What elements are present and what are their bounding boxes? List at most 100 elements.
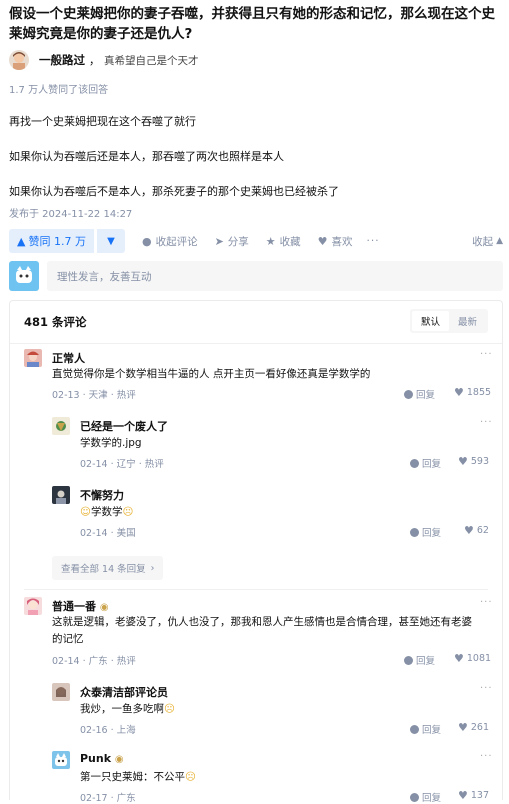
answer-author: 一般路过 ， 真希望自己是个天才 (9, 49, 199, 71)
reply-button[interactable]: 回复 (410, 790, 441, 804)
comment-like-button[interactable]: ♥ 1855 (454, 386, 491, 399)
comment-text: 第一只史莱姆：不公平☹ (80, 769, 460, 786)
commenter-name[interactable]: 普通一番 ◉ (52, 598, 109, 614)
reply: Punk ◉ ··· 第一只史莱姆：不公平☹ 02-17 · 广东 回复 ♥ 13… (52, 751, 492, 804)
commenter-avatar[interactable] (24, 349, 42, 367)
author-avatar[interactable] (9, 50, 29, 70)
collect-comments-button[interactable]: ● 收起评论 (142, 234, 198, 249)
emoji-icon: ☺ (80, 506, 91, 518)
comment: 正常人 ··· 直觉觉得你是个数学相当牛逼的人 点开主页一看好像还真是学数学的 … (24, 349, 492, 401)
comment-date: 02-17 (80, 793, 108, 804)
published-time: 发布于 2024-11-22 14:27 (9, 209, 133, 220)
heart-icon: ♥ (454, 652, 464, 665)
hot-comment-tag: 热评 (116, 390, 136, 401)
collapse-button[interactable]: 收起 ▲ (472, 234, 503, 249)
like-count: 137 (470, 790, 490, 801)
heart-icon: ♥ (317, 234, 328, 248)
comment-like-button[interactable]: ♥ 261 (458, 721, 489, 734)
heart-icon: ♥ (458, 721, 468, 734)
upvote-button[interactable]: ▲ 赞同 1.7 万 (9, 229, 94, 253)
share-label: 分享 (227, 235, 249, 248)
comment-meta: 02-14 · 辽宁 · 热评 (80, 459, 164, 470)
commenter-avatar[interactable] (52, 417, 70, 435)
author-name[interactable]: 一般路过 (39, 52, 85, 68)
comments-panel: 481 条评论 默认 最新 正常人 ··· 直觉觉得你是个数学相当牛逼的人 点开… (9, 300, 503, 804)
commenter-avatar[interactable] (24, 597, 42, 615)
comment-input-placeholder: 理性发言，友善互动 (57, 270, 152, 283)
comment-text: 这就是逻辑，老婆没了，仇人也没了，那我和恩人产生感情也是合情合理，甚至她还有老婆… (52, 616, 472, 645)
comment-count: 481 条评论 (24, 315, 87, 329)
comment-text-body: 我炒，一鱼多吃啊 (80, 703, 164, 715)
favorite-label: 收藏 (279, 235, 301, 248)
downvote-button[interactable]: ▼ (96, 229, 125, 253)
sort-default-tab[interactable]: 默认 (411, 311, 449, 331)
like-count: 593 (470, 456, 490, 467)
answer-paragraph: 再找一个史莱姆把现在这个吞噬了就行 (9, 115, 196, 128)
share-button[interactable]: ➤ 分享 (215, 234, 249, 249)
reply-label: 回复 (422, 725, 442, 736)
commenter-name[interactable]: 正常人 (52, 350, 85, 366)
reply-label: 回复 (422, 528, 442, 539)
downvote-arrow-icon: ▼ (107, 235, 115, 247)
reply: 已经是一个废人了 ··· 学数学的.jpg 02-14 · 辽宁 · 热评 回复… (52, 417, 492, 470)
reply-button[interactable]: 回复 (410, 525, 441, 539)
commenter-avatar[interactable] (52, 683, 70, 701)
comment-more-button[interactable]: ··· (480, 751, 493, 762)
divider (24, 589, 488, 590)
reply-icon (404, 389, 413, 399)
sort-latest-tab[interactable]: 最新 (449, 311, 486, 331)
comment-date: 02-13 (52, 390, 80, 401)
comment-more-button[interactable]: ··· (480, 417, 493, 428)
answer-paragraph: 如果你认为吞噬后还是本人，那吞噬了两次也照样是本人 (9, 150, 284, 163)
comment-composer: 理性发言，友善互动 (9, 258, 503, 294)
commenter-avatar[interactable] (52, 751, 70, 769)
emoji-icon: ☹ (122, 506, 134, 518)
comment-like-button[interactable]: ♥ 137 (458, 789, 489, 802)
comment-date: 02-16 (80, 725, 108, 736)
more-options-button[interactable]: ··· (367, 235, 380, 247)
view-all-label: 查看全部 14 条回复 (61, 564, 146, 575)
favorite-button[interactable]: ★ 收藏 (266, 234, 301, 249)
hot-comment-tag: 热评 (116, 656, 136, 667)
comment-input[interactable]: 理性发言，友善互动 (47, 261, 503, 291)
comment-more-button[interactable]: ··· (480, 349, 493, 360)
commenter-name[interactable]: 不懈努力 (80, 487, 124, 503)
reply-button[interactable]: 回复 (404, 387, 435, 401)
hot-comment-tag: 热评 (144, 459, 164, 470)
comment-like-button[interactable]: ♥ 1081 (454, 652, 491, 665)
share-icon: ➤ (214, 234, 224, 248)
comment-text-body: 第一只史莱姆：不公平 (80, 771, 185, 783)
reply-button[interactable]: 回复 (410, 722, 441, 736)
comment-location: 上海 (116, 725, 136, 736)
comment-text-body: 学数学 (90, 506, 123, 518)
view-all-replies-button[interactable]: 查看全部 14 条回复 › (52, 556, 164, 580)
question-title[interactable]: 假设一个史莱姆把你的妻子吞噬，并获得且只有她的形态和记忆，那么现在这个史莱姆究竟… (9, 4, 503, 44)
reply-button[interactable]: 回复 (404, 653, 435, 667)
commenter-name[interactable]: 已经是一个废人了 (80, 418, 168, 434)
comment-text: 我炒，一鱼多吃啊☹ (80, 701, 460, 718)
commenter-name[interactable]: 众泰清洁部评论员 (80, 684, 168, 700)
comment-text: ☺学数学☹ (80, 504, 460, 521)
comment-location: 广东 (116, 793, 136, 804)
sort-toggle: 默认 最新 (409, 309, 488, 333)
medal-icon: ◉ (99, 602, 109, 613)
commenter-name[interactable]: Punk ◉ (80, 752, 124, 765)
reply-button[interactable]: 回复 (410, 456, 441, 470)
comment-more-button[interactable]: ··· (480, 683, 493, 694)
comment-meta: 02-14 · 广东 · 热评 (52, 656, 136, 667)
like-button[interactable]: ♥ 喜欢 (318, 234, 353, 249)
crying-emoji-icon: ☹ (185, 771, 196, 783)
action-bar: ▲ 赞同 1.7 万 ▼ ● 收起评论 ➤ 分享 ★ 收藏 ♥ 喜欢 ··· 收… (9, 229, 503, 253)
comment-date: 02-14 (80, 459, 108, 470)
comment-text: 直觉觉得你是个数学相当牛逼的人 点开主页一看好像还真是学数学的 (52, 368, 371, 380)
author-separator: ， (89, 54, 100, 67)
comment-bubble-icon: ● (141, 234, 152, 248)
commenter-avatar[interactable] (52, 486, 70, 504)
reply: 不懈努力 ☺学数学☹ 02-14 · 美国 回复 ♥ 62 (52, 486, 489, 539)
comment-more-button[interactable]: ··· (480, 597, 493, 608)
comment-like-button[interactable]: ♥ 62 (464, 524, 489, 537)
author-bio: 真希望自己是个天才 (104, 54, 199, 67)
reply-label: 回复 (422, 793, 442, 804)
comment-location: 美国 (116, 528, 136, 539)
comment-like-button[interactable]: ♥ 593 (458, 455, 489, 468)
